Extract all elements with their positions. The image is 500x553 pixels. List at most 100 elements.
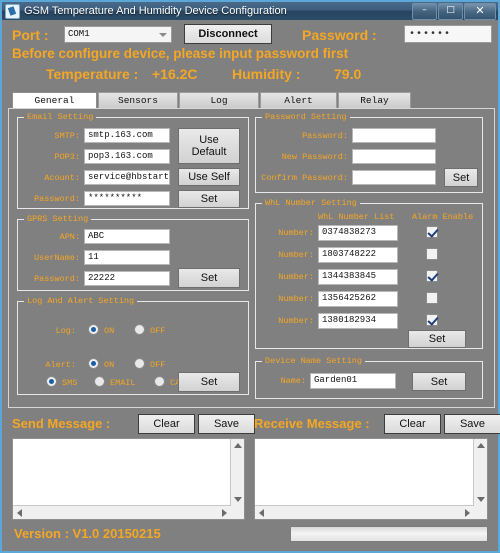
window-title: GSM Temperature And Humidity Device Conf…	[24, 5, 287, 17]
receive-message-box[interactable]	[254, 438, 488, 520]
email-password-input[interactable]: **********	[84, 191, 170, 206]
whitelist-row-label: Number:	[278, 272, 314, 282]
whitelist-number-input[interactable]: 1356425262	[318, 291, 398, 307]
scroll-right-icon[interactable]	[465, 509, 470, 517]
group-log-alert-setting: Log And Alert Setting Log: ON OFF Alert:…	[17, 296, 249, 395]
alert-on-radio[interactable]	[88, 358, 99, 369]
minimize-button[interactable]: –	[412, 3, 437, 20]
whitelist-alarm-checkbox[interactable]	[426, 292, 438, 304]
tab-log[interactable]: Log	[179, 92, 259, 109]
disconnect-button[interactable]: Disconnect	[184, 24, 272, 44]
pop3-input[interactable]: pop3.163.com	[84, 149, 170, 164]
gprs-password-input[interactable]: 22222	[84, 271, 170, 286]
smtp-input[interactable]: smtp.163.com	[84, 128, 170, 143]
smtp-label: SMTP:	[54, 131, 80, 141]
window-controls: – □ ✕	[412, 3, 496, 20]
password-set-button[interactable]: Set	[444, 168, 478, 187]
title-bar: GSM Temperature And Humidity Device Conf…	[2, 2, 498, 20]
receive-message-vertical-scrollbar[interactable]	[473, 439, 487, 506]
scroll-right-icon[interactable]	[222, 509, 227, 517]
receive-message-clear-button[interactable]: Clear	[384, 414, 441, 434]
apn-label: APN:	[59, 232, 80, 242]
whitelist-alarm-column-header: Alarm Enable	[412, 212, 474, 222]
tab-alert[interactable]: Alert	[260, 92, 337, 109]
group-whitelist-legend: WhL Number Setting	[262, 198, 360, 208]
device-name-input[interactable]: Garden01	[310, 373, 396, 389]
email-set-button[interactable]: Set	[178, 190, 240, 208]
channel-sms-radio[interactable]	[46, 376, 57, 387]
maximize-button[interactable]: □	[438, 3, 463, 20]
send-message-horizontal-scrollbar[interactable]	[13, 505, 231, 519]
scroll-up-icon[interactable]	[477, 443, 485, 448]
gprs-password-label: Password:	[34, 274, 80, 284]
apn-input[interactable]: ABC	[84, 229, 170, 244]
confirm-password-label: Confirm Password:	[261, 173, 348, 183]
whitelist-number-input[interactable]: 1803748222	[318, 247, 398, 263]
scrollbar-corner	[231, 506, 244, 519]
scroll-down-icon[interactable]	[477, 497, 485, 502]
receive-message-title: Receive Message :	[254, 416, 370, 431]
scroll-up-icon[interactable]	[234, 443, 242, 448]
send-message-clear-button[interactable]: Clear	[138, 414, 195, 434]
send-message-vertical-scrollbar[interactable]	[230, 439, 244, 506]
whitelist-number-input[interactable]: 1344383845	[318, 269, 398, 285]
device-name-set-button[interactable]: Set	[412, 372, 466, 391]
send-message-box[interactable]	[12, 438, 245, 520]
tab-relay[interactable]: Relay	[338, 92, 411, 109]
group-password-legend: Password Setting	[262, 112, 350, 122]
password-input[interactable]: ••••••	[404, 25, 492, 43]
chevron-down-icon	[159, 33, 167, 37]
use-self-button[interactable]: Use Self	[178, 168, 240, 186]
tab-strip: General Sensors Log Alert Relay	[12, 92, 412, 109]
whitelist-alarm-checkbox[interactable]	[426, 226, 438, 238]
password-notice: Before configure device, please input pa…	[12, 46, 349, 61]
scroll-left-icon[interactable]	[259, 509, 264, 517]
log-on-label: ON	[104, 326, 115, 336]
tab-general[interactable]: General	[12, 92, 97, 109]
scroll-down-icon[interactable]	[234, 497, 242, 502]
log-alert-set-button[interactable]: Set	[178, 372, 240, 392]
whitelist-alarm-checkbox[interactable]	[426, 248, 438, 260]
gprs-set-button[interactable]: Set	[178, 268, 240, 288]
channel-call-radio[interactable]	[154, 376, 165, 387]
log-on-radio[interactable]	[88, 324, 99, 335]
device-name-label: Name:	[280, 376, 306, 386]
current-password-label: Password:	[302, 131, 348, 141]
port-select[interactable]: COM1	[64, 26, 172, 43]
pop3-label: POP3:	[54, 152, 80, 162]
new-password-input[interactable]	[352, 149, 436, 164]
receive-message-save-button[interactable]: Save	[444, 414, 500, 434]
alert-off-radio[interactable]	[134, 358, 145, 369]
tab-sensors[interactable]: Sensors	[98, 92, 178, 109]
group-gprs-legend: GPRS Setting	[24, 214, 92, 224]
whitelist-number-input[interactable]: 1380182934	[318, 313, 398, 329]
alert-off-label: OFF	[150, 360, 166, 370]
send-message-save-button[interactable]: Save	[198, 414, 255, 434]
account-input[interactable]: service@hbstart.c	[84, 170, 170, 185]
confirm-password-input[interactable]	[352, 170, 436, 185]
group-whitelist-setting: WhL Number Setting WhL Number List Alarm…	[255, 198, 483, 349]
use-default-button[interactable]: Use Default	[178, 128, 240, 164]
whitelist-alarm-checkbox[interactable]	[426, 270, 438, 282]
channel-email-radio[interactable]	[94, 376, 105, 387]
whitelist-row-label: Number:	[278, 294, 314, 304]
whitelist-number-input[interactable]: 0374838273	[318, 225, 398, 241]
version-label: Version : V1.0 20150215	[14, 526, 161, 541]
channel-sms-label: SMS	[62, 378, 78, 388]
tab-page-general: Email Setting SMTP: smtp.163.com POP3: p…	[8, 108, 495, 408]
gprs-username-input[interactable]: 11	[84, 250, 170, 265]
new-password-label: New Password:	[281, 152, 348, 162]
whitelist-alarm-checkbox[interactable]	[426, 314, 438, 326]
current-password-input[interactable]	[352, 128, 436, 143]
alert-label: Alert:	[45, 360, 76, 370]
receive-message-toolbar: Receive Message : Clear Save	[254, 414, 500, 436]
whitelist-set-button[interactable]: Set	[408, 330, 466, 348]
whitelist-row-label: Number:	[278, 250, 314, 260]
close-button[interactable]: ✕	[464, 3, 496, 20]
scroll-left-icon[interactable]	[17, 509, 22, 517]
group-device-name-legend: Device Name Setting	[262, 356, 365, 366]
log-off-radio[interactable]	[134, 324, 145, 335]
port-label: Port :	[12, 27, 49, 43]
receive-message-content	[257, 441, 472, 504]
receive-message-horizontal-scrollbar[interactable]	[255, 505, 474, 519]
